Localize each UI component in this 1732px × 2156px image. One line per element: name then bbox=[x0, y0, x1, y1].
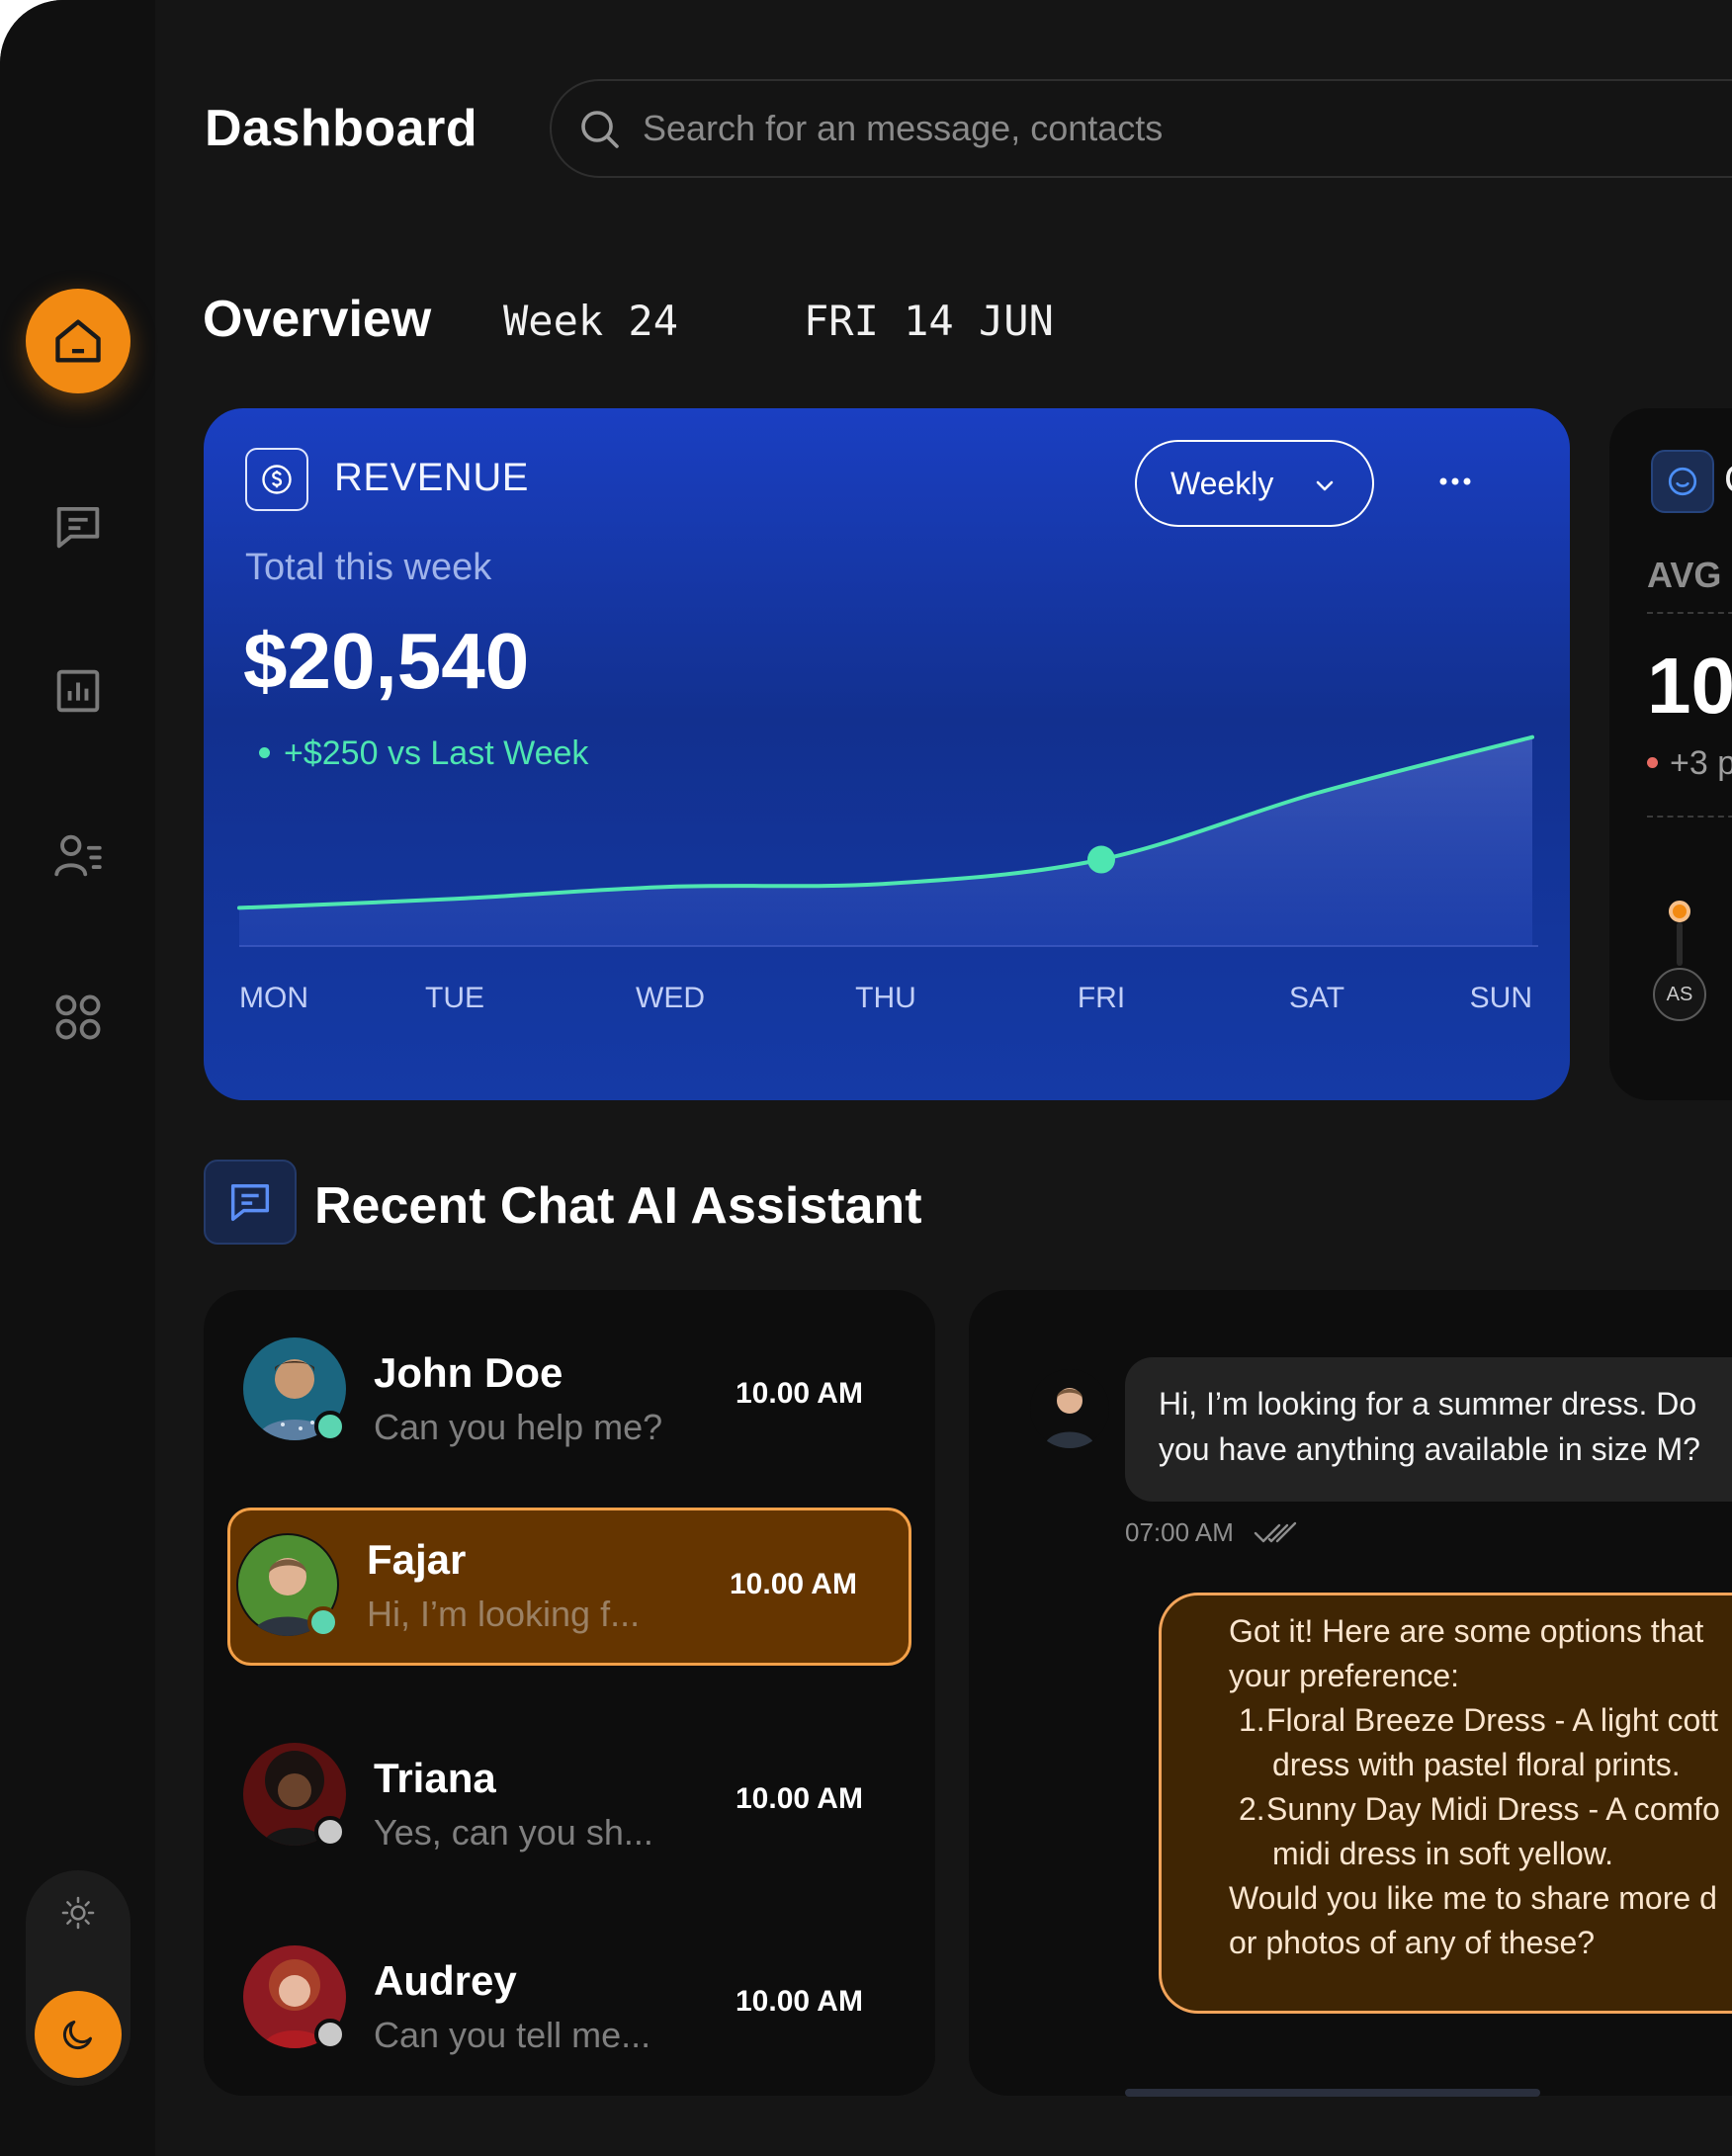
csat-avg-label: AVG bbox=[1647, 555, 1722, 595]
conversation-panel: Hi, I’m looking for a summer dress. Do y… bbox=[969, 1290, 1732, 2097]
period-select-label: Weekly bbox=[1170, 465, 1274, 501]
theme-toggle[interactable] bbox=[26, 1870, 130, 2086]
last-message: Yes, can you sh... bbox=[374, 1812, 653, 1853]
list-item-cont: midi dress in soft yellow. bbox=[1272, 1836, 1614, 1871]
smile-icon bbox=[1651, 450, 1714, 513]
week-label: Week 24 bbox=[503, 297, 679, 345]
trend-dot bbox=[259, 746, 270, 758]
divider bbox=[1647, 612, 1732, 614]
status-online bbox=[314, 1411, 346, 1442]
total-label: Total this week bbox=[245, 547, 492, 588]
contact-name: Fajar bbox=[367, 1536, 467, 1583]
chart-highlight-point[interactable] bbox=[1087, 845, 1115, 874]
search-bar[interactable] bbox=[550, 79, 1732, 178]
sidebar-item-messages[interactable] bbox=[26, 474, 130, 579]
chat-item-audrey[interactable]: Audrey Can you tell me... 10.00 AM bbox=[227, 1918, 911, 2076]
sidebar-item-contacts[interactable] bbox=[26, 803, 130, 907]
period-select[interactable]: Weekly bbox=[1135, 440, 1374, 527]
last-message: Hi, I’m looking f... bbox=[367, 1594, 641, 1634]
chat-item-fajar[interactable]: Fajar Hi, I’m looking f... 10.00 AM bbox=[227, 1508, 911, 1666]
x-tick-label: SUN bbox=[1469, 982, 1532, 1014]
user-message-bubble: Hi, I’m looking for a summer dress. Do y… bbox=[1125, 1357, 1732, 1502]
trend-text: +$250 vs Last Week bbox=[284, 734, 589, 772]
status-offline bbox=[314, 1816, 346, 1848]
assistant-message-bubble: Got it! Here are some options that your … bbox=[1159, 1593, 1732, 2014]
agent-badge: AS bbox=[1653, 968, 1706, 1021]
x-tick-label: TUE bbox=[425, 982, 484, 1014]
total-value: $20,540 bbox=[243, 617, 530, 705]
app-window: Dashboard Overview Week 24 FRI 14 JUN RE… bbox=[0, 0, 1732, 2156]
list-item: 1.Floral Breeze Dress - A light cott bbox=[1239, 1702, 1719, 1738]
home-icon bbox=[55, 319, 101, 363]
date-label: FRI 14 JUN bbox=[804, 297, 1054, 345]
revenue-card: REVENUE Weekly Total this week $20,540 +… bbox=[204, 408, 1570, 1100]
chat-item-triana[interactable]: Triana Yes, can you sh... 10.00 AM bbox=[227, 1715, 911, 1873]
chat-icon bbox=[204, 1160, 297, 1245]
message-time: 10.00 AM bbox=[730, 1568, 857, 1600]
contact-name: John Doe bbox=[374, 1349, 563, 1396]
status-offline bbox=[314, 2019, 346, 2050]
trend-indicator: +$250 vs Last Week bbox=[259, 734, 588, 773]
message-line: your preference: bbox=[1229, 1658, 1460, 1693]
list-item: 2.Sunny Day Midi Dress - A comfo bbox=[1239, 1791, 1720, 1827]
message-line: Hi, I’m looking for a summer dress. Do bbox=[1159, 1386, 1697, 1422]
user-avatar bbox=[1030, 1369, 1109, 1448]
csat-change: +3 p bbox=[1647, 744, 1732, 783]
message-line: you have anything available in size M? bbox=[1159, 1431, 1700, 1467]
contact-name: Audrey bbox=[374, 1957, 517, 2004]
recent-chat-title: Recent Chat AI Assistant bbox=[314, 1177, 922, 1235]
csat-card: C AVG 10/ +3 p AS bbox=[1609, 408, 1732, 1100]
x-tick-label: FRI bbox=[1077, 982, 1126, 1014]
sidebar-item-analytics[interactable] bbox=[26, 639, 130, 743]
divider bbox=[1647, 816, 1732, 818]
x-tick-label: MON bbox=[239, 982, 308, 1014]
chevron-down-icon bbox=[1316, 480, 1334, 491]
csat-value: 10/ bbox=[1647, 642, 1732, 730]
overview-title: Overview bbox=[203, 291, 432, 348]
message-line: Got it! Here are some options that bbox=[1229, 1613, 1704, 1649]
sidebar-item-apps[interactable] bbox=[26, 965, 130, 1070]
csat-title: C bbox=[1724, 458, 1732, 502]
dark-mode-button[interactable] bbox=[35, 1991, 122, 2078]
input-bar-edge bbox=[1125, 2089, 1540, 2097]
dollar-icon bbox=[245, 448, 308, 511]
message-icon bbox=[56, 506, 100, 549]
x-tick-label: THU bbox=[855, 982, 916, 1014]
double-check-icon bbox=[1254, 1521, 1297, 1543]
contacts-icon bbox=[54, 834, 102, 877]
chat-list: John Doe Can you help me? 10.00 AM Fajar… bbox=[204, 1290, 935, 2096]
more-options-icon[interactable] bbox=[1429, 468, 1481, 495]
moon-icon bbox=[62, 2021, 92, 2050]
message-line: Would you like me to share more d bbox=[1229, 1880, 1717, 1916]
chat-item-john-doe[interactable]: John Doe Can you help me? 10.00 AM bbox=[227, 1310, 911, 1468]
message-timestamp: 07:00 AM bbox=[1125, 1517, 1234, 1547]
sidebar bbox=[0, 0, 155, 2156]
last-message: Can you tell me... bbox=[374, 2015, 651, 2055]
command-icon bbox=[55, 994, 101, 1040]
search-input[interactable] bbox=[643, 108, 1532, 149]
revenue-title: REVENUE bbox=[334, 456, 529, 499]
message-time: 10.00 AM bbox=[736, 1782, 863, 1815]
message-line: or photos of any of these? bbox=[1229, 1925, 1596, 1960]
slider-handle[interactable] bbox=[1669, 901, 1690, 922]
sun-icon[interactable] bbox=[59, 1894, 97, 1932]
slider-track bbox=[1677, 922, 1683, 966]
search-icon bbox=[581, 111, 619, 148]
message-time: 10.00 AM bbox=[736, 1377, 863, 1410]
x-tick-label: WED bbox=[636, 982, 705, 1014]
x-tick-label: SAT bbox=[1288, 982, 1345, 1014]
contact-name: Triana bbox=[374, 1755, 496, 1801]
page-title: Dashboard bbox=[205, 100, 478, 157]
message-time: 10.00 AM bbox=[736, 1985, 863, 2018]
sidebar-item-home[interactable] bbox=[26, 289, 130, 393]
change-dot bbox=[1647, 756, 1658, 768]
list-item-cont: dress with pastel floral prints. bbox=[1272, 1747, 1681, 1782]
status-online bbox=[307, 1606, 339, 1638]
bar-chart-icon bbox=[56, 669, 100, 713]
last-message: Can you help me? bbox=[374, 1407, 663, 1447]
